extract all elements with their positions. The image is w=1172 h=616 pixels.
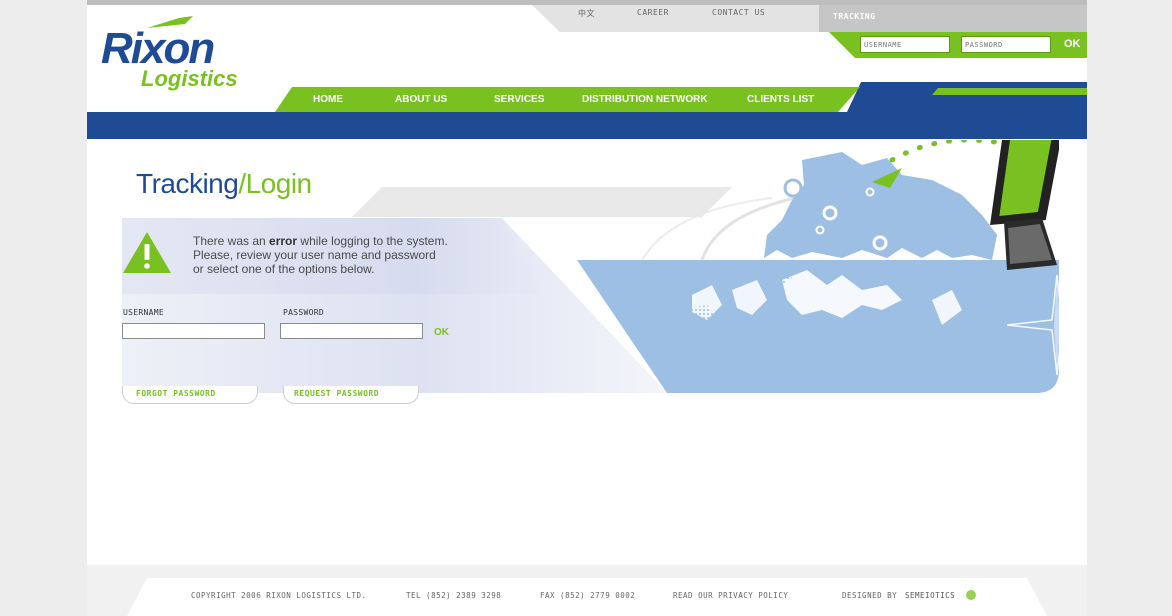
tracking-label: TRACKING — [833, 12, 876, 21]
forgot-password-label[interactable]: FORGOT PASSWORD — [136, 389, 216, 398]
blue-band — [87, 112, 1087, 139]
privacy-policy-link[interactable]: READ OUR PRIVACY POLICY — [673, 591, 788, 600]
password-input[interactable] — [280, 323, 423, 339]
page: 中文 CAREER CONTACT US TRACKING OK Rixon L… — [87, 0, 1087, 616]
footer-designed-by: DESIGNED BY — [842, 591, 898, 600]
top-username-input[interactable] — [860, 36, 950, 53]
warning-icon — [123, 232, 171, 273]
error-keyword: error — [269, 234, 298, 248]
username-input[interactable] — [122, 323, 265, 339]
logo-logistics-text: Logistics — [141, 66, 238, 91]
password-label: PASSWORD — [283, 308, 324, 317]
contact-us-link[interactable]: CONTACT US — [712, 8, 765, 17]
username-label: USERNAME — [123, 308, 164, 317]
page-title: Tracking/Login — [136, 168, 312, 199]
top-links-bar — [532, 5, 819, 32]
nav-green-accent — [932, 88, 1087, 95]
footer-copyright: COPYRIGHT 2006 RIXON LOGISTICS LTD. — [191, 591, 367, 600]
error-message: There was an error while logging to the … — [193, 234, 448, 276]
nav-blue-accent — [847, 82, 1087, 112]
footer-tel: TEL (852) 2389 3298 — [406, 591, 502, 600]
career-link[interactable]: CAREER — [637, 8, 669, 17]
rixon-logo[interactable]: Rixon Logistics — [97, 16, 277, 96]
login-ok-button[interactable]: OK — [434, 327, 449, 338]
top-password-input[interactable] — [961, 36, 1051, 53]
footer-fax: FAX (852) 2779 0002 — [540, 591, 636, 600]
designer-link[interactable]: SEMEIOTICS — [905, 591, 955, 600]
nav-services[interactable]: SERVICES — [494, 94, 544, 105]
gray-stripe — [352, 187, 732, 217]
chinese-link[interactable]: 中文 — [578, 8, 595, 19]
designer-logo-icon — [966, 590, 976, 600]
top-ok-button[interactable]: OK — [1064, 38, 1081, 50]
nav-about-us[interactable]: ABOUT US — [395, 94, 447, 105]
request-password-label[interactable]: REQUEST PASSWORD — [294, 389, 379, 398]
nav-distribution-network[interactable]: DISTRIBUTION NETWORK — [582, 94, 708, 105]
nav-clients-list[interactable]: CLIENTS LIST — [747, 94, 814, 105]
nav-home[interactable]: HOME — [313, 94, 343, 105]
